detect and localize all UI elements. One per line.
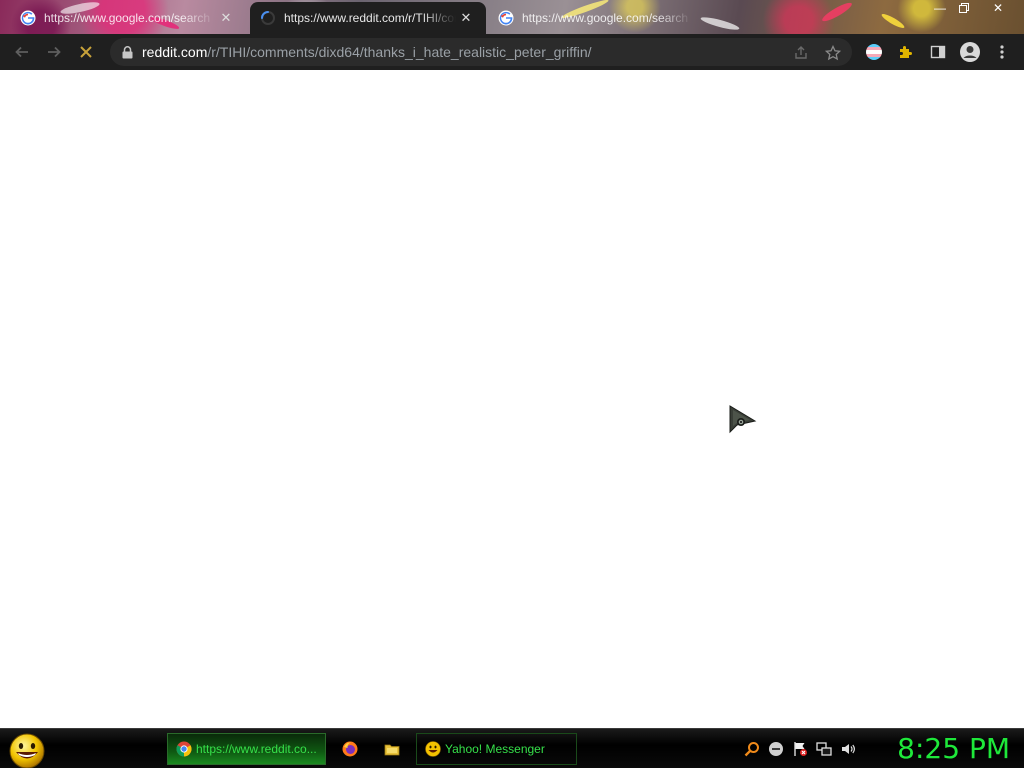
extensions-button[interactable] bbox=[894, 40, 918, 64]
folder-icon bbox=[384, 744, 400, 756]
network-icon[interactable] bbox=[816, 741, 832, 757]
google-icon bbox=[20, 10, 36, 26]
taskbar: https://www.reddit.co... Yahoo! Messenge… bbox=[0, 728, 1024, 768]
url-host: reddit.com bbox=[142, 44, 208, 60]
tab-title: https://www.google.com/search bbox=[44, 11, 211, 25]
taskbar-item-yahoo-messenger[interactable]: Yahoo! Messenger bbox=[416, 733, 577, 765]
taskbar-item-chrome[interactable]: https://www.reddit.co... bbox=[167, 733, 326, 765]
url-text[interactable]: reddit.com/r/TIHI/comments/dixd64/thanks… bbox=[142, 44, 592, 60]
page-content-blank[interactable] bbox=[0, 70, 1024, 728]
tab-close-icon[interactable]: ✕ bbox=[456, 8, 476, 28]
forward-button[interactable] bbox=[42, 40, 66, 64]
desktop-screen: https://www.google.com/search ✕ https://… bbox=[0, 0, 1024, 768]
taskbar-item-label: Yahoo! Messenger bbox=[445, 742, 545, 756]
theme-splat bbox=[699, 14, 741, 33]
back-button[interactable] bbox=[10, 40, 34, 64]
profile-button[interactable] bbox=[958, 40, 982, 64]
back-arrow-icon bbox=[15, 46, 28, 58]
action-center-flag-icon[interactable] bbox=[792, 741, 808, 757]
stop-x-icon bbox=[80, 46, 92, 58]
extension-button[interactable] bbox=[862, 40, 886, 64]
profile-avatar-icon bbox=[960, 42, 980, 62]
firefox-icon bbox=[342, 741, 358, 757]
forward-arrow-icon bbox=[48, 46, 61, 58]
start-smiley-icon[interactable] bbox=[8, 731, 46, 768]
google-icon bbox=[498, 10, 514, 26]
restore-icon[interactable] bbox=[950, 0, 978, 16]
search-icon[interactable] bbox=[744, 741, 760, 757]
tray-app-icon[interactable] bbox=[768, 741, 784, 757]
tab-title: https://www.google.com/search bbox=[522, 11, 689, 25]
side-panel-button[interactable] bbox=[926, 40, 950, 64]
side-panel-icon bbox=[930, 45, 946, 59]
taskbar-item-label: https://www.reddit.co... bbox=[196, 742, 317, 756]
tab-google-search-1[interactable]: https://www.google.com/search ✕ bbox=[10, 2, 246, 34]
chrome-icon bbox=[176, 741, 192, 757]
lock-icon[interactable] bbox=[120, 45, 134, 59]
share-icon[interactable] bbox=[792, 44, 810, 62]
menu-button[interactable] bbox=[990, 40, 1014, 64]
theme-splat bbox=[880, 11, 906, 31]
yahoo-messenger-icon bbox=[425, 741, 441, 757]
browser-toolbar: reddit.com/r/TIHI/comments/dixd64/thanks… bbox=[0, 34, 1024, 70]
tab-google-search-2[interactable]: https://www.google.com/search bbox=[488, 2, 698, 34]
address-bar[interactable]: reddit.com/r/TIHI/comments/dixd64/thanks… bbox=[110, 38, 852, 66]
pride-flag-extension-icon bbox=[866, 44, 882, 60]
loading-spinner-icon bbox=[261, 11, 275, 25]
taskbar-clock[interactable]: 8:25 PM bbox=[897, 731, 1010, 767]
tab-close-icon[interactable]: ✕ bbox=[216, 8, 236, 28]
mouse-cursor-icon bbox=[729, 405, 757, 434]
volume-icon[interactable] bbox=[840, 741, 856, 757]
tab-strip: https://www.google.com/search ✕ https://… bbox=[0, 0, 1024, 34]
tab-reddit-active[interactable]: https://www.reddit.com/r/TIHI/comments ✕ bbox=[250, 2, 486, 34]
taskbar-item-firefox[interactable] bbox=[334, 733, 366, 765]
url-path: /r/TIHI/comments/dixd64/thanks_i_hate_re… bbox=[207, 44, 592, 60]
close-window-icon[interactable]: ✕ bbox=[984, 0, 1012, 16]
puzzle-icon bbox=[900, 46, 912, 58]
kebab-menu-icon bbox=[1000, 45, 1004, 59]
taskbar-item-folder[interactable] bbox=[376, 733, 408, 765]
stop-loading-button[interactable] bbox=[74, 40, 98, 64]
theme-splat bbox=[820, 0, 854, 24]
tab-title: https://www.reddit.com/r/TIHI/comments bbox=[284, 11, 456, 25]
bookmark-star-icon[interactable] bbox=[824, 44, 842, 62]
